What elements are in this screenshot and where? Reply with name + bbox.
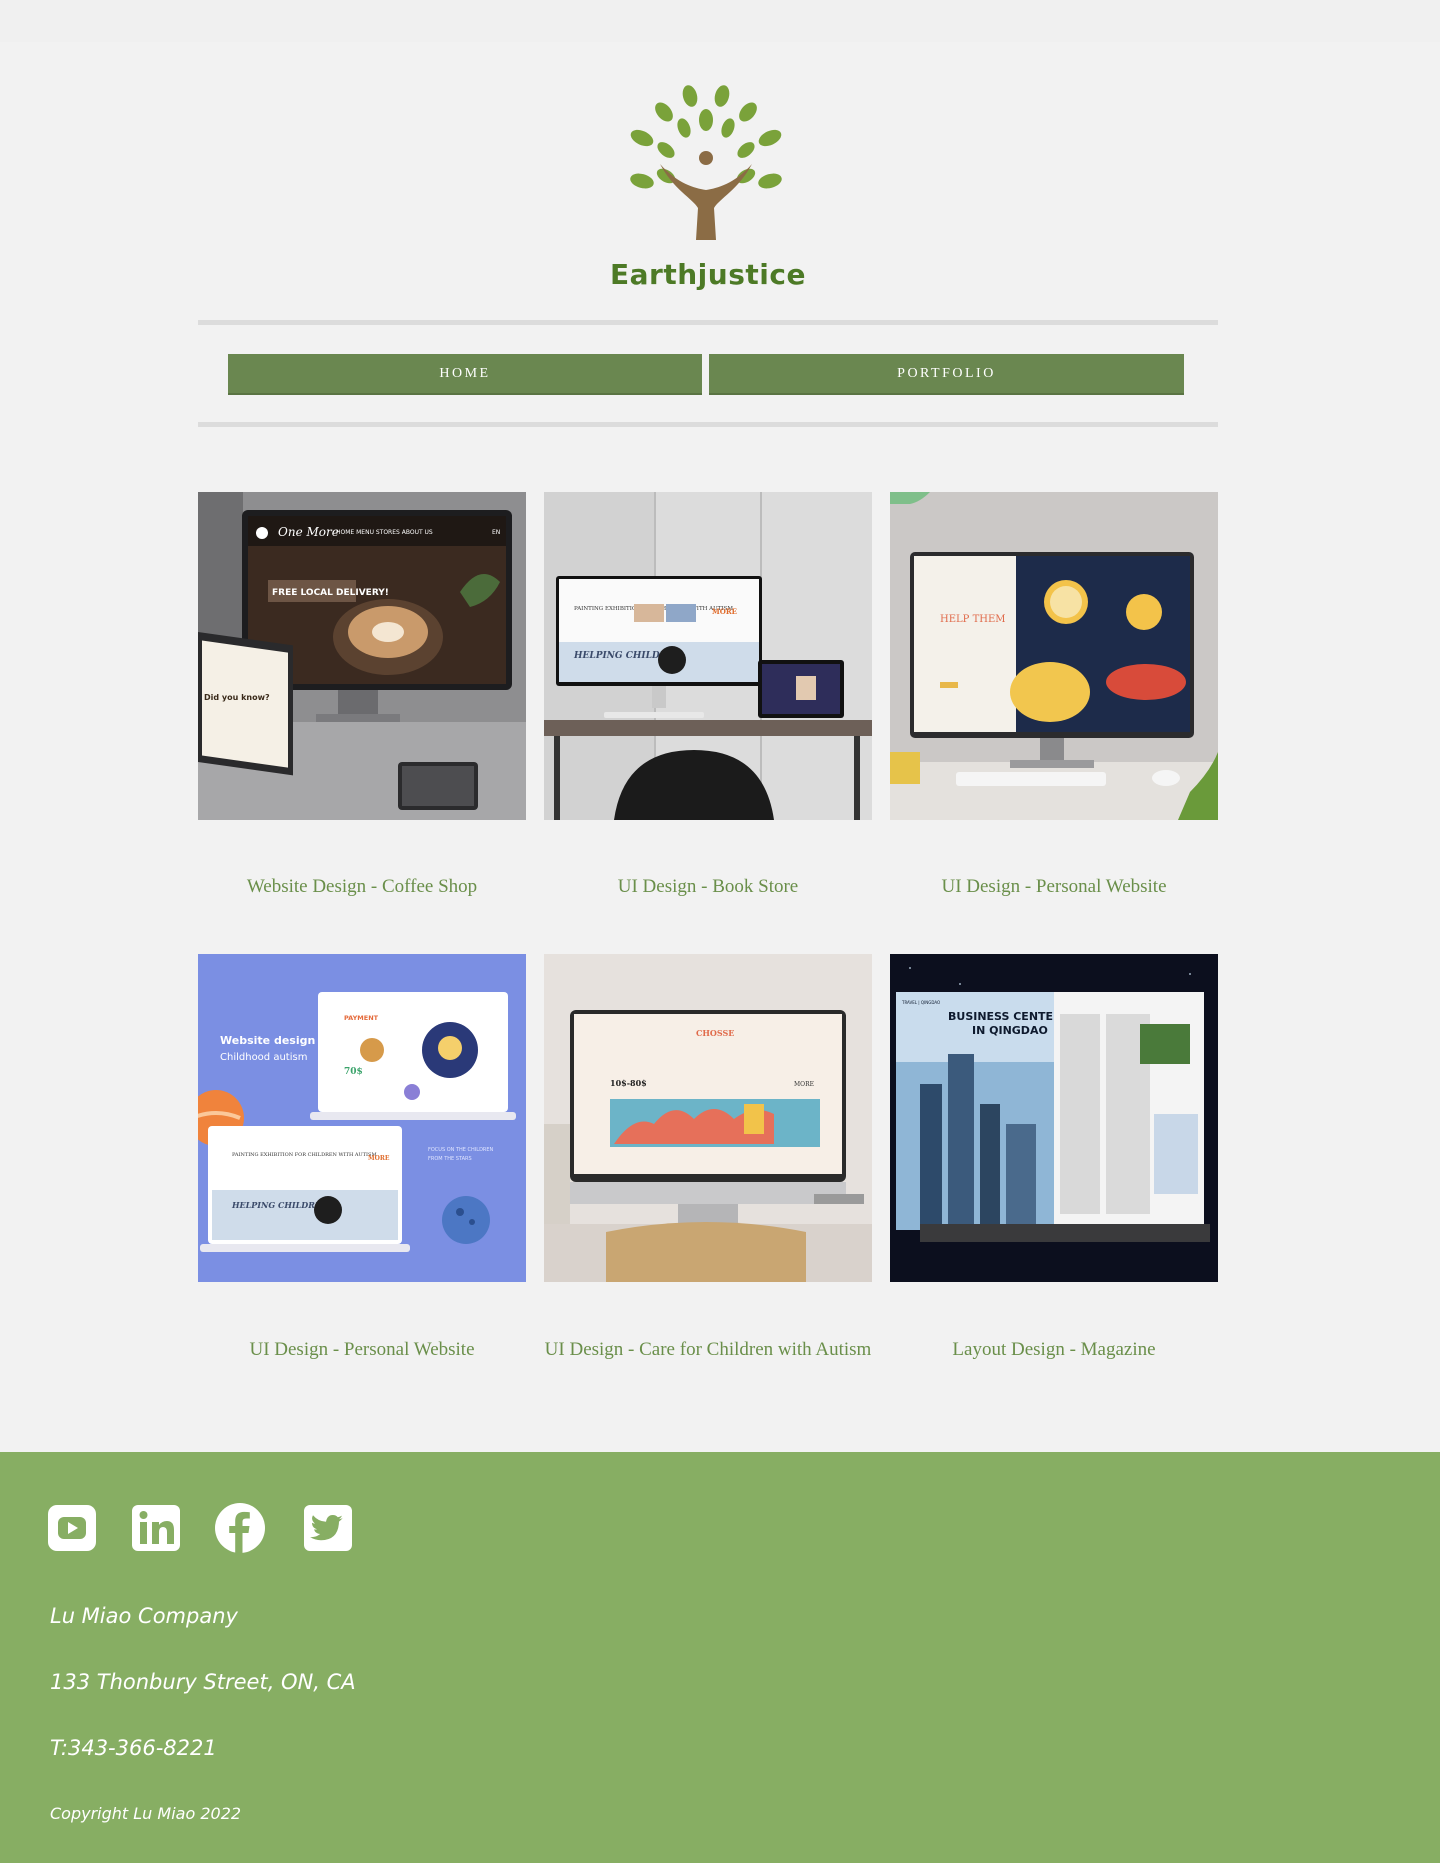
svg-text:MORE: MORE: [712, 607, 737, 616]
svg-text:Did you know?: Did you know?: [204, 693, 270, 702]
svg-text:FOCUS ON THE CHILDREN: FOCUS ON THE CHILDREN: [428, 1147, 494, 1153]
svg-text:TRAVEL | QINGDAO: TRAVEL | QINGDAO: [901, 1000, 940, 1005]
portfolio-caption[interactable]: UI Design - Book Store: [544, 873, 872, 900]
svg-text:Website design .: Website design .: [220, 1034, 323, 1047]
footer-copyright: Copyright Lu Miao 2022: [50, 1804, 242, 1823]
portfolio-caption[interactable]: Website Design - Coffee Shop: [198, 873, 526, 900]
book-store-mockup: PAINTING EXHIBITION FOR CHILDREN WITH AU…: [544, 492, 872, 820]
twitter-icon[interactable]: [302, 1502, 354, 1554]
childhood-autism-mockup: Website design . Childhood autism PAYMEN…: [198, 954, 526, 1282]
svg-text:HOME MENU STORES ABOUT US: HOME MENU STORES ABOUT US: [336, 529, 433, 536]
svg-text:FROM THE STARS: FROM THE STARS: [428, 1156, 472, 1162]
top-strip: [0, 0, 1440, 42]
coffee-shop-mockup: One More HOME MENU STORES ABOUT US EN FR…: [198, 492, 526, 820]
nav-home-button[interactable]: HOME: [228, 354, 702, 395]
footer-company: Lu Miao Company: [50, 1604, 238, 1628]
svg-text:HELP THEM: HELP THEM: [940, 614, 1006, 625]
youtube-icon[interactable]: [46, 1502, 98, 1554]
svg-text:Childhood autism: Childhood autism: [220, 1052, 307, 1063]
portfolio-caption[interactable]: UI Design - Personal Website: [198, 1336, 526, 1363]
facebook-icon[interactable]: [214, 1502, 266, 1554]
portfolio-caption[interactable]: UI Design - Care for Children with Autis…: [544, 1336, 872, 1363]
svg-text:FREE LOCAL DELIVERY!: FREE LOCAL DELIVERY!: [272, 588, 389, 598]
care-children-mockup: CHOSSE 10$-80$ MORE: [544, 954, 872, 1282]
nav-portfolio-button[interactable]: PORTFOLIO: [709, 354, 1184, 395]
svg-text:70$: 70$: [344, 1067, 363, 1077]
portfolio-caption[interactable]: Layout Design - Magazine: [890, 1336, 1218, 1363]
personal-website-mockup: HELP THEM: [890, 492, 1218, 820]
portfolio-card-coffee-shop[interactable]: One More HOME MENU STORES ABOUT US EN FR…: [198, 492, 526, 820]
svg-text:10$-80$: 10$-80$: [610, 1078, 647, 1088]
linkedin-icon[interactable]: [130, 1502, 182, 1554]
tree-person-icon[interactable]: [614, 80, 798, 250]
portfolio-caption[interactable]: UI Design - Personal Website: [890, 873, 1218, 900]
nav-divider-top: [198, 320, 1218, 325]
portfolio-card-personal-website[interactable]: HELP THEM: [890, 492, 1218, 820]
portfolio-card-book-store[interactable]: PAINTING EXHIBITION FOR CHILDREN WITH AU…: [544, 492, 872, 820]
svg-text:BUSINESS CENTER: BUSINESS CENTER: [948, 1010, 1062, 1023]
footer-address: 133 Thonbury Street, ON, CA: [50, 1670, 356, 1694]
svg-text:IN QINGDAO: IN QINGDAO: [972, 1024, 1048, 1037]
nav-divider-bottom: [198, 422, 1218, 427]
svg-text:PAYMENT: PAYMENT: [344, 1014, 379, 1022]
svg-text:PAINTING EXHIBITION FOR CHILDR: PAINTING EXHIBITION FOR CHILDREN WITH AU…: [232, 1152, 377, 1158]
portfolio-card-magazine[interactable]: BUSINESS CENTER IN QINGDAO TRAVEL | QING…: [890, 954, 1218, 1282]
svg-text:One More: One More: [278, 525, 339, 539]
svg-text:CHOSSE: CHOSSE: [696, 1028, 734, 1038]
svg-text:EN: EN: [492, 529, 500, 536]
portfolio-card-care-children[interactable]: CHOSSE 10$-80$ MORE: [544, 954, 872, 1282]
portfolio-card-childhood-autism[interactable]: Website design . Childhood autism PAYMEN…: [198, 954, 526, 1282]
brand-name: Earthjustice: [610, 258, 806, 291]
svg-text:MORE: MORE: [794, 1081, 814, 1088]
magazine-mockup: BUSINESS CENTER IN QINGDAO TRAVEL | QING…: [890, 954, 1218, 1282]
svg-text:MORE: MORE: [368, 1155, 390, 1162]
footer-phone: T:343-366-8221: [50, 1736, 217, 1760]
